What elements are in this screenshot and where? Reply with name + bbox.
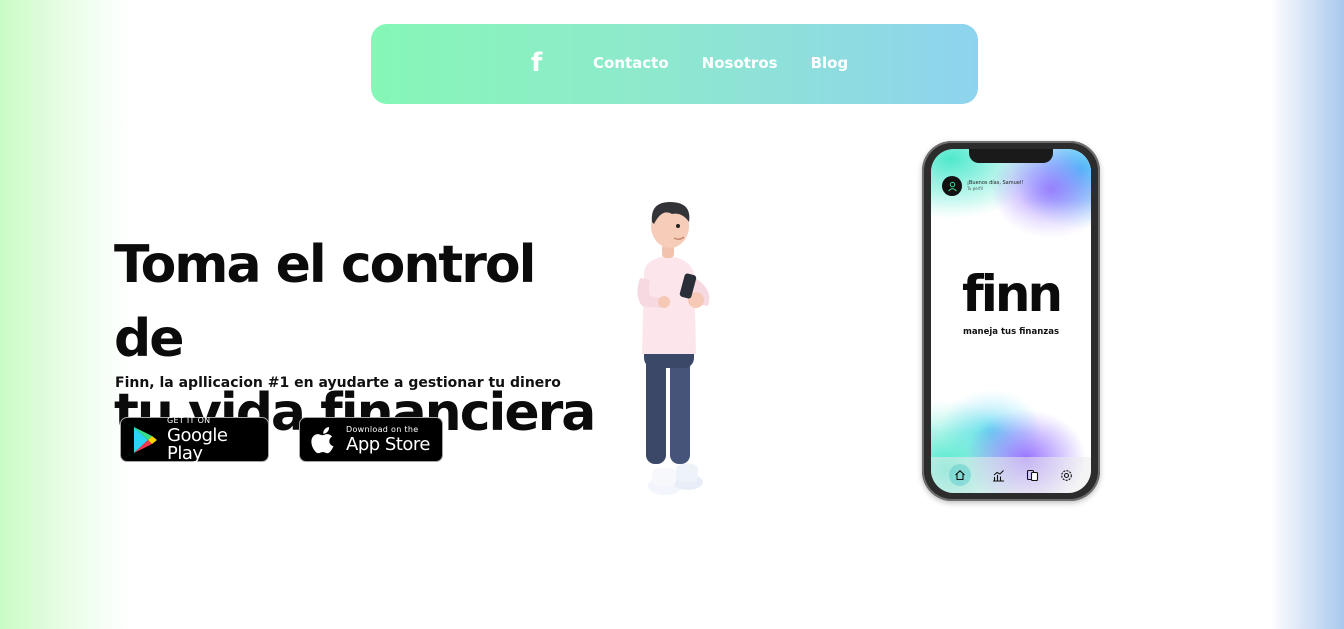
app-store-text: Download on the App Store [346,424,430,455]
google-play-big-label: Google Play [167,424,228,464]
nav-link-nosotros[interactable]: Nosotros [702,54,778,72]
user-avatar-icon[interactable] [942,176,962,196]
greeting-row: ¡Buenos días, Samuel! Tu perfil [942,176,1023,196]
google-play-icon [134,426,157,453]
gradient-blob-top [931,149,1091,279]
apple-icon [311,426,334,453]
hero-subtitle: Finn, la apllicacion #1 en ayudarte a ge… [115,375,561,391]
nav-links: Contacto Nosotros Blog [593,54,848,72]
character-illustration [637,202,710,495]
settings-icon[interactable] [1059,468,1073,482]
phone-mockup: ¡Buenos días, Samuel! Tu perfil finn man… [922,141,1100,501]
nav-link-blog[interactable]: Blog [811,54,849,72]
navbar: f Contacto Nosotros Blog [371,24,978,104]
phone-tab-bar [931,457,1091,493]
phone-screen: ¡Buenos días, Samuel! Tu perfil finn man… [931,149,1091,493]
app-store-button[interactable]: Download on the App Store [299,417,443,462]
google-play-text: GET IT ON Google Play [167,415,268,464]
greeting-text: ¡Buenos días, Samuel! Tu perfil [967,181,1023,191]
brand-tagline: maneja tus finanzas [962,327,1060,337]
cards-icon[interactable] [1025,468,1039,482]
home-icon[interactable] [949,464,971,486]
app-store-small-label: Download on the [346,424,419,434]
phone-notch [969,149,1053,163]
hero-headline-line1: Toma el control de [114,235,536,369]
nav-link-contacto[interactable]: Contacto [593,54,669,72]
chart-icon[interactable] [991,468,1005,482]
finn-brand-logo: finn [961,265,1063,323]
profile-link[interactable]: Tu perfil [967,186,1023,191]
app-store-big-label: App Store [346,433,430,455]
google-play-button[interactable]: GET IT ON Google Play [120,415,269,464]
google-play-small-label: GET IT ON [167,415,211,425]
finn-logo-icon[interactable]: f [531,50,542,76]
